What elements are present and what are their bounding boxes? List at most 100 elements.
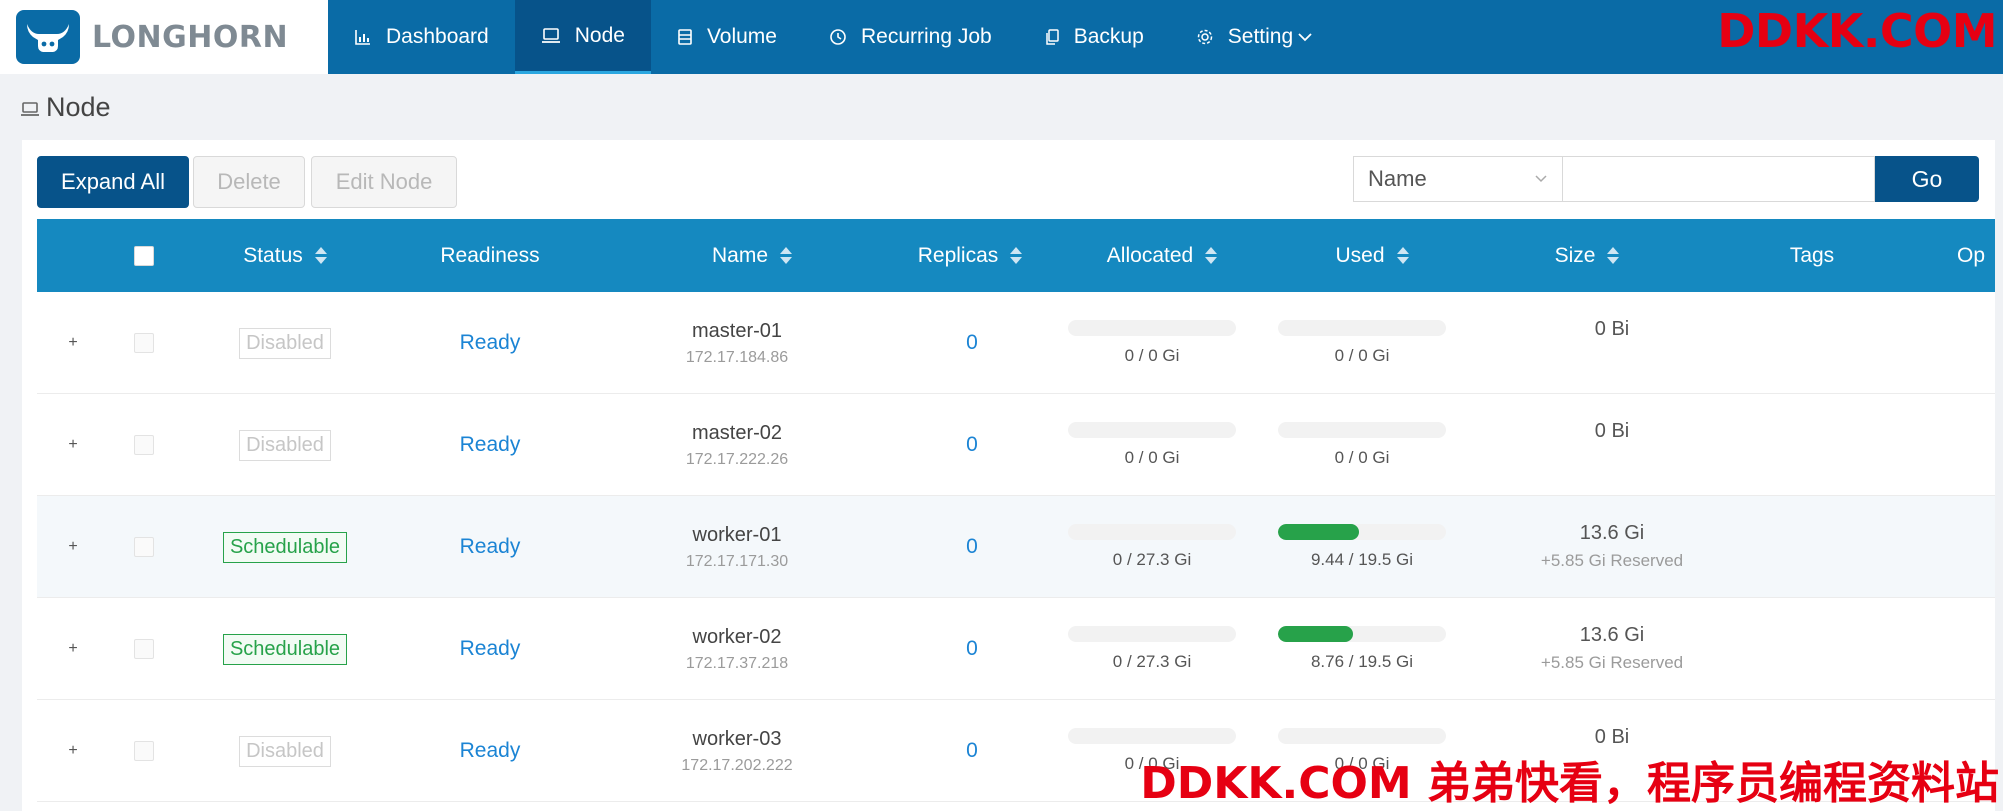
expand-row-icon[interactable]: + xyxy=(64,334,82,352)
column-header-allocated[interactable]: Allocated xyxy=(1067,219,1257,292)
page-title-text: Node xyxy=(46,92,111,122)
nav-label-volume: Volume xyxy=(706,25,777,48)
table-row: + Schedulable Ready worker-01 172.17.171… xyxy=(37,496,1995,598)
node-ip: 172.17.37.218 xyxy=(685,654,789,672)
nav-item-dashboard[interactable]: Dashboard xyxy=(328,0,515,74)
replicas-link[interactable]: 0 xyxy=(966,739,978,763)
expand-row-icon[interactable]: + xyxy=(64,538,82,556)
delete-button[interactable]: Delete xyxy=(193,156,305,208)
page-title: Node xyxy=(20,92,111,123)
nav-item-node[interactable]: Node xyxy=(514,0,651,74)
nav-label-backup: Backup xyxy=(1073,25,1144,48)
node-name: worker-03 xyxy=(692,727,782,750)
replicas-link[interactable]: 0 xyxy=(966,433,978,457)
expand-row-icon[interactable]: + xyxy=(64,436,82,454)
used-bar-fill xyxy=(1278,524,1360,540)
longhorn-logo-icon xyxy=(16,10,80,64)
readiness-link[interactable]: Ready xyxy=(460,535,521,559)
allocated-text: 0 / 0 Gi xyxy=(1124,346,1180,365)
table-header: Status Readiness Name Replicas Allocated… xyxy=(37,219,1995,292)
size-value: 13.6 Gi xyxy=(1579,624,1645,646)
column-header-replicas[interactable]: Replicas xyxy=(875,219,1065,292)
used-bar xyxy=(1278,728,1446,744)
edit-node-button[interactable]: Edit Node xyxy=(311,156,457,208)
column-header-status[interactable]: Status xyxy=(207,219,363,292)
sort-icon xyxy=(1396,247,1409,264)
row-checkbox[interactable] xyxy=(134,537,154,557)
row-checkbox[interactable] xyxy=(134,639,154,659)
nav-item-backup[interactable]: Backup xyxy=(1018,0,1170,74)
column-header-tags: Tags xyxy=(1752,219,1872,292)
replicas-link[interactable]: 0 xyxy=(966,637,978,661)
nav-item-recurring-job[interactable]: Recurring Job xyxy=(803,0,1018,74)
brand-logo[interactable]: LONGHORN xyxy=(0,0,328,74)
search-input[interactable] xyxy=(1563,156,1875,202)
used-bar xyxy=(1278,626,1446,642)
main-nav: Dashboard Node Volume Recurring Job Back… xyxy=(328,0,1339,74)
bar-chart-icon xyxy=(354,28,372,46)
replicas-link[interactable]: 0 xyxy=(966,331,978,355)
used-bar-fill xyxy=(1278,626,1354,642)
size-reserved: +5.85 Gi Reserved xyxy=(1540,551,1684,570)
allocated-bar xyxy=(1068,320,1236,336)
node-name: worker-01 xyxy=(692,523,782,546)
size-value: 0 Bi xyxy=(1594,420,1630,442)
size-value: 0 Bi xyxy=(1594,726,1630,748)
column-header-size[interactable]: Size xyxy=(1492,219,1682,292)
readiness-link[interactable]: Ready xyxy=(460,433,521,457)
expand-row-icon[interactable]: + xyxy=(64,742,82,760)
watermark-top: DDKK.COM xyxy=(1717,4,1997,58)
column-label-operation: Op xyxy=(1957,243,1986,267)
column-label-replicas: Replicas xyxy=(917,243,999,267)
table-row: + Schedulable Ready worker-02 172.17.37.… xyxy=(37,598,1995,700)
size-value: 0 Bi xyxy=(1594,318,1630,340)
column-label-tags: Tags xyxy=(1789,243,1835,267)
used-bar xyxy=(1278,320,1446,336)
replicas-link[interactable]: 0 xyxy=(966,535,978,559)
row-checkbox[interactable] xyxy=(134,435,154,455)
sort-icon xyxy=(1010,247,1023,264)
sort-icon xyxy=(780,247,793,264)
chevron-down-icon xyxy=(1534,174,1548,184)
row-checkbox[interactable] xyxy=(134,333,154,353)
search-field-select[interactable]: Name xyxy=(1353,156,1563,202)
node-name: worker-02 xyxy=(692,625,782,648)
nav-label-dashboard: Dashboard xyxy=(386,25,489,48)
go-button[interactable]: Go xyxy=(1875,156,1979,202)
select-all-checkbox-cell[interactable] xyxy=(132,219,156,292)
node-ip: 172.17.184.86 xyxy=(685,348,789,366)
column-header-operation: Op xyxy=(1957,219,1995,292)
readiness-link[interactable]: Ready xyxy=(460,739,521,763)
readiness-link[interactable]: Ready xyxy=(460,637,521,661)
allocated-bar xyxy=(1068,524,1236,540)
expand-row-icon[interactable]: + xyxy=(64,640,82,658)
copy-icon xyxy=(1044,28,1060,46)
row-checkbox[interactable] xyxy=(134,741,154,761)
nav-item-volume[interactable]: Volume xyxy=(651,0,803,74)
used-text: 8.76 / 19.5 Gi xyxy=(1310,652,1414,671)
used-text: 0 / 0 Gi xyxy=(1334,346,1390,365)
allocated-bar xyxy=(1068,626,1236,642)
used-bar xyxy=(1278,422,1446,438)
nav-label-setting: Setting xyxy=(1227,25,1294,48)
column-label-size: Size xyxy=(1554,243,1596,267)
column-header-name[interactable]: Name xyxy=(657,219,847,292)
column-header-used[interactable]: Used xyxy=(1277,219,1467,292)
column-header-readiness: Readiness xyxy=(405,219,575,292)
size-reserved: +5.85 Gi Reserved xyxy=(1540,653,1684,672)
search-bar: Name Go xyxy=(1353,156,1979,202)
allocated-text: 0 / 27.3 Gi xyxy=(1112,652,1192,671)
allocated-text: 0 / 27.3 Gi xyxy=(1112,550,1192,569)
readiness-link[interactable]: Ready xyxy=(460,331,521,355)
nav-label-recurring-job: Recurring Job xyxy=(860,25,992,48)
nav-item-setting[interactable]: Setting xyxy=(1170,0,1339,74)
select-all-checkbox[interactable] xyxy=(134,245,154,266)
table-row: + Disabled Ready master-02 172.17.222.26… xyxy=(37,394,1995,496)
node-ip: 172.17.171.30 xyxy=(685,552,789,570)
node-ip: 172.17.222.26 xyxy=(685,450,789,468)
search-field-value: Name xyxy=(1368,166,1427,191)
chevron-down-icon xyxy=(1297,31,1313,43)
column-label-used: Used xyxy=(1335,243,1385,267)
expand-all-button[interactable]: Expand All xyxy=(37,156,189,208)
content-panel: Expand All Delete Edit Node Name Go Stat… xyxy=(22,140,1995,811)
